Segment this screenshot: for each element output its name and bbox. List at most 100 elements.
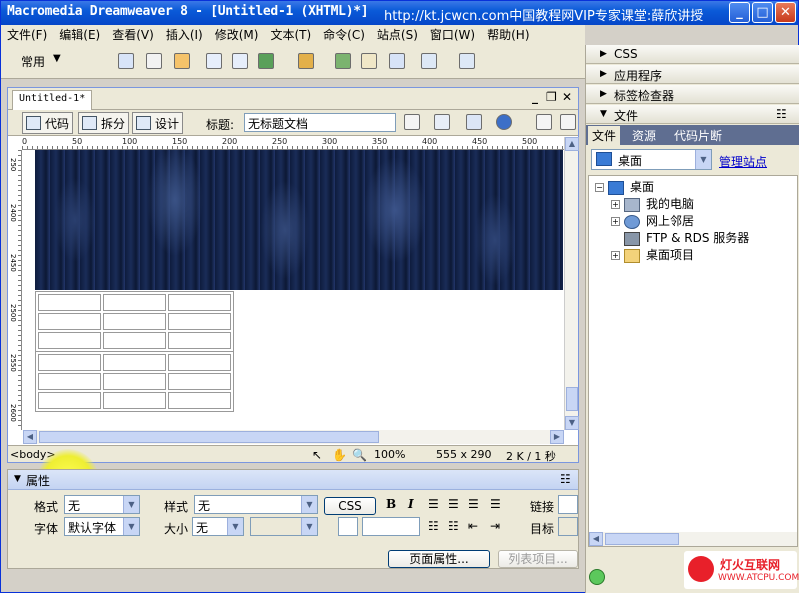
size-select[interactable]: 无 ▼ bbox=[192, 517, 244, 536]
menu-help[interactable]: 帮助(H) bbox=[481, 25, 535, 45]
tag-chooser-icon[interactable] bbox=[459, 53, 475, 69]
menu-view[interactable]: 查看(V) bbox=[106, 25, 160, 45]
design-canvas[interactable] bbox=[23, 150, 564, 430]
chevron-down-icon[interactable]: ▼ bbox=[53, 53, 61, 64]
zoom-level[interactable]: 100% bbox=[374, 448, 405, 461]
properties-header[interactable]: ▼ 属性 ☷ bbox=[8, 470, 578, 490]
hyperlink-icon[interactable] bbox=[118, 53, 134, 69]
named-anchor-icon[interactable] bbox=[174, 53, 190, 69]
collapse-triangle-icon[interactable]: ▼ bbox=[14, 474, 21, 484]
table-icon[interactable] bbox=[206, 53, 222, 69]
layout-table-top[interactable] bbox=[35, 291, 234, 352]
email-link-icon[interactable] bbox=[146, 53, 162, 69]
vertical-scrollbar[interactable]: ▲ ▼ bbox=[564, 137, 579, 430]
menu-file[interactable]: 文件(F) bbox=[1, 25, 53, 45]
panel-files[interactable]: ▼ 文件 ☷ bbox=[586, 105, 799, 124]
tab-snippets[interactable]: 代码片断 bbox=[674, 127, 722, 144]
align-right-icon[interactable]: ☰ bbox=[468, 497, 479, 511]
date-icon[interactable] bbox=[335, 53, 351, 69]
horizontal-scrollbar[interactable]: ◀ ▶ bbox=[23, 430, 564, 444]
ordered-list-icon[interactable]: ☷ bbox=[448, 519, 459, 533]
comment-icon[interactable] bbox=[389, 53, 405, 69]
design-view-button[interactable]: 设计 bbox=[132, 112, 184, 134]
close-button[interactable]: ✕ bbox=[775, 2, 796, 23]
zoom-tool-icon[interactable]: 🔍 bbox=[352, 448, 367, 462]
split-view-button[interactable]: 拆分 bbox=[78, 112, 130, 134]
menu-window[interactable]: 窗口(W) bbox=[424, 25, 481, 45]
bold-button[interactable]: B bbox=[386, 497, 396, 511]
site-select[interactable]: 桌面 ▼ bbox=[591, 149, 712, 170]
tree-item-desktop-items[interactable]: + 桌面项目 bbox=[611, 246, 694, 263]
tree-hscroll-thumb[interactable] bbox=[605, 533, 679, 545]
panel-options-icon[interactable]: ☷ bbox=[776, 107, 787, 121]
scroll-up-icon[interactable]: ▲ bbox=[565, 137, 579, 151]
panel-css[interactable]: ▶ CSS bbox=[586, 45, 799, 64]
code-view-button[interactable]: 代码 bbox=[22, 112, 74, 134]
server-side-include-icon[interactable] bbox=[361, 53, 377, 69]
scroll-thumb[interactable] bbox=[566, 387, 578, 411]
scroll-left-icon[interactable]: ◀ bbox=[589, 532, 603, 546]
hand-tool-icon[interactable]: ✋ bbox=[332, 448, 347, 462]
tree-item-ftp[interactable]: FTP & RDS 服务器 bbox=[624, 229, 749, 246]
restore-doc-icon[interactable]: ❐ bbox=[546, 90, 557, 104]
menu-commands[interactable]: 命令(C) bbox=[317, 25, 371, 45]
doc-title-input[interactable]: 无标题文档 bbox=[244, 113, 396, 132]
expand-icon[interactable]: + bbox=[611, 217, 620, 226]
template-icon[interactable] bbox=[421, 53, 437, 69]
tree-item-network[interactable]: + 网上邻居 bbox=[611, 212, 694, 229]
view-options-icon[interactable] bbox=[560, 114, 576, 130]
menu-site[interactable]: 站点(S) bbox=[371, 25, 424, 45]
indent-icon[interactable]: ⇥ bbox=[490, 519, 500, 533]
font-select[interactable]: 默认字体 ▼ bbox=[64, 517, 140, 536]
outdent-icon[interactable]: ⇤ bbox=[468, 519, 478, 533]
media-icon[interactable] bbox=[298, 53, 314, 69]
italic-button[interactable]: I bbox=[408, 497, 414, 511]
select-tool-icon[interactable]: ↖ bbox=[312, 448, 322, 462]
menu-insert[interactable]: 插入(I) bbox=[160, 25, 209, 45]
style-select[interactable]: 无 ▼ bbox=[194, 495, 318, 514]
browser-check-icon[interactable] bbox=[496, 114, 512, 130]
link-input[interactable] bbox=[558, 495, 578, 514]
layout-table-bottom[interactable] bbox=[35, 351, 234, 412]
document-tab[interactable]: Untitled-1* bbox=[12, 90, 93, 110]
layer-icon[interactable] bbox=[232, 53, 248, 69]
menu-modify[interactable]: 修改(M) bbox=[209, 25, 265, 45]
format-select[interactable]: 无 ▼ bbox=[64, 495, 140, 514]
tab-files[interactable]: 文件 bbox=[588, 126, 621, 145]
panel-tag-inspector[interactable]: ▶ 标签检查器 bbox=[586, 85, 799, 104]
minimize-button[interactable]: _ bbox=[729, 2, 750, 23]
scroll-down-icon[interactable]: ▼ bbox=[565, 416, 579, 430]
header-image[interactable] bbox=[35, 150, 563, 290]
panel-options-icon[interactable]: ☷ bbox=[560, 472, 571, 486]
scroll-right-icon[interactable]: ▶ bbox=[550, 430, 564, 444]
collapse-icon[interactable]: − bbox=[595, 183, 604, 192]
image-icon[interactable] bbox=[258, 53, 274, 69]
tree-item-my-computer[interactable]: + 我的电脑 bbox=[611, 195, 694, 212]
justify-icon[interactable]: ☰ bbox=[490, 497, 501, 511]
hscroll-thumb[interactable] bbox=[39, 431, 379, 443]
scroll-left-icon[interactable]: ◀ bbox=[23, 430, 37, 444]
connect-status-icon[interactable] bbox=[589, 569, 605, 585]
css-button[interactable]: CSS bbox=[324, 497, 376, 515]
align-center-icon[interactable]: ☰ bbox=[448, 497, 459, 511]
expand-icon[interactable]: + bbox=[611, 251, 620, 260]
maximize-button[interactable]: □ bbox=[752, 2, 773, 23]
preview-icon[interactable] bbox=[434, 114, 450, 130]
insert-category[interactable]: 常用 bbox=[21, 53, 45, 70]
tree-root[interactable]: − 桌面 bbox=[595, 178, 654, 195]
file-management-icon[interactable] bbox=[466, 114, 482, 130]
menu-text[interactable]: 文本(T) bbox=[264, 25, 317, 45]
panel-application[interactable]: ▶ 应用程序 bbox=[586, 65, 799, 84]
refresh-icon[interactable] bbox=[536, 114, 552, 130]
align-left-icon[interactable]: ☰ bbox=[428, 497, 439, 511]
menu-edit[interactable]: 编辑(E) bbox=[53, 25, 106, 45]
tab-assets[interactable]: 资源 bbox=[632, 127, 656, 144]
unordered-list-icon[interactable]: ☷ bbox=[428, 519, 439, 533]
manage-sites-link[interactable]: 管理站点 bbox=[719, 153, 767, 170]
text-color-swatch[interactable] bbox=[338, 517, 358, 536]
close-doc-icon[interactable]: ✕ bbox=[562, 90, 572, 104]
expand-icon[interactable]: + bbox=[611, 200, 620, 209]
validate-icon[interactable] bbox=[404, 114, 420, 130]
text-color-input[interactable] bbox=[362, 517, 420, 536]
window-size[interactable]: 555 x 290 bbox=[436, 448, 492, 461]
